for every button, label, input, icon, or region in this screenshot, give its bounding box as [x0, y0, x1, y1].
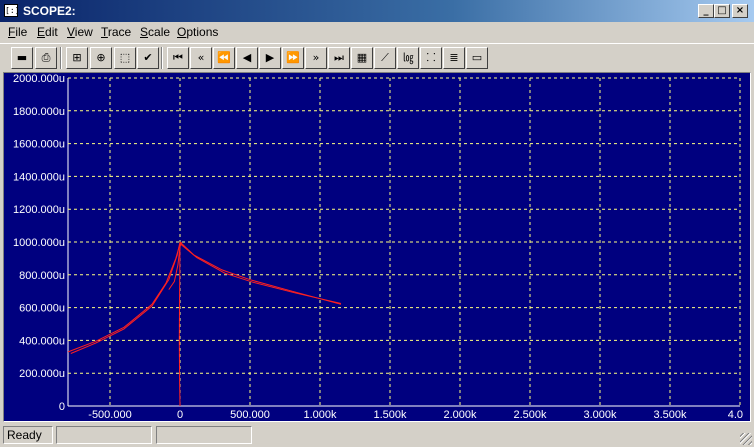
window-icon: ▭ — [471, 51, 483, 64]
play-button[interactable]: ▶ — [259, 47, 281, 69]
x-tick-label: 2.500k — [513, 409, 547, 421]
scope-window: [:] SCOPE2: _ □ × File Edit View Trace S… — [0, 0, 754, 447]
forward-icon: ⏩ — [286, 51, 300, 64]
app-icon[interactable]: [:] — [4, 4, 19, 17]
forward-button[interactable]: ⏩ — [282, 47, 304, 69]
x-tick-label: 500.000 — [230, 409, 270, 421]
fast-forward-icon: » — [312, 51, 320, 64]
toolbar: ▬ ⎙ ⊞ ⊕ ⬚ ✔ ⏮ « ⏪ ◀ ▶ ⏩ » ⏭ ▦ ⟋ ㏒ ⸬ ≣ ▭ — [0, 43, 754, 72]
floppy-disk-icon: ▬ — [16, 51, 28, 64]
x-tick-label: 1.000k — [303, 409, 337, 421]
y-tick-label: 800.000u — [19, 270, 65, 282]
menu-file[interactable]: File — [8, 25, 27, 39]
trace-line — [178, 241, 181, 407]
list-icon: ≣ — [449, 51, 459, 64]
target-icon: ⊕ — [96, 51, 106, 64]
close-button[interactable]: × — [732, 4, 748, 18]
window-button[interactable]: ▭ — [466, 47, 488, 69]
trace-line — [70, 241, 181, 354]
x-tick-label: 4.0 — [728, 409, 743, 421]
maximize-button[interactable]: □ — [714, 4, 730, 18]
window-title: SCOPE2: — [23, 4, 76, 18]
printer-icon: ⎙ — [41, 51, 51, 64]
y-tick-label: 400.000u — [19, 335, 65, 347]
status-bar: Ready — [0, 424, 754, 447]
x-tick-label: 0 — [177, 409, 183, 421]
fast-back-icon: « — [197, 51, 205, 64]
scope-chart[interactable]: 0 200.000u 400.000u 600.000u 800.000u 1000.00… — [4, 73, 750, 421]
chart-scatter-icon: ⸬ — [426, 51, 436, 64]
first-button[interactable]: ⏮ — [167, 47, 189, 69]
skip-last-icon: ⏭ — [334, 51, 344, 64]
status-text: Ready — [3, 426, 53, 444]
dotted-rect-icon: ⬚ — [119, 51, 131, 64]
trace-line — [179, 241, 342, 305]
tree-button[interactable]: ⊞ — [66, 47, 88, 69]
list-button[interactable]: ≣ — [443, 47, 465, 69]
step-back-icon: ◀ — [242, 51, 252, 64]
chart-log-icon: ㏒ — [402, 51, 414, 64]
toolbar-separator — [60, 47, 62, 69]
hierarchy-icon: ⊞ — [72, 51, 82, 64]
x-tick-label: -500.000 — [88, 409, 131, 421]
step-back-button[interactable]: ◀ — [236, 47, 258, 69]
y-tick-label: 600.000u — [19, 303, 65, 315]
target-button[interactable]: ⊕ — [90, 47, 112, 69]
title-bar[interactable]: [:] SCOPE2: _ □ × — [0, 0, 754, 22]
fast-back-button[interactable]: « — [190, 47, 212, 69]
x-tick-label: 3.500k — [653, 409, 687, 421]
grid-button[interactable]: ▦ — [351, 47, 373, 69]
y-tick-label: 1200.000u — [13, 204, 65, 216]
y-tick-label: 1600.000u — [13, 139, 65, 151]
rewind-button[interactable]: ⏪ — [213, 47, 235, 69]
y-tick-label: 1000.000u — [13, 237, 65, 249]
y-tick-label: 1800.000u — [13, 106, 65, 118]
x-tick-label: 2.000k — [443, 409, 477, 421]
status-pane-2 — [56, 426, 152, 444]
menu-bar: File Edit View Trace Scale Options — [0, 22, 754, 42]
chart-linear-button[interactable]: ⟋ — [374, 47, 396, 69]
y-tick-label: 2000.000u — [13, 73, 65, 85]
trace-line — [67, 243, 181, 353]
print-button[interactable]: ⎙ — [35, 47, 57, 69]
toolbar-separator — [161, 47, 163, 69]
y-tick-label: 1400.000u — [13, 171, 65, 183]
menu-view[interactable]: View — [67, 25, 93, 39]
y-tick-label: 0 — [59, 401, 65, 413]
check-icon: ✔ — [143, 51, 153, 64]
chart-scatter-button[interactable]: ⸬ — [420, 47, 442, 69]
menu-scale[interactable]: Scale — [140, 25, 170, 39]
x-tick-label: 1.500k — [373, 409, 407, 421]
play-icon: ▶ — [265, 51, 275, 64]
menu-trace[interactable]: Trace — [101, 25, 131, 39]
grid-icon: ▦ — [356, 51, 368, 64]
minimize-button[interactable]: _ — [698, 4, 714, 18]
menu-edit[interactable]: Edit — [37, 25, 58, 39]
y-tick-label: 200.000u — [19, 368, 65, 380]
chart-icon: ⟋ — [381, 51, 389, 64]
skip-first-icon: ⏮ — [173, 51, 183, 64]
rewind-icon: ⏪ — [217, 51, 231, 64]
last-button[interactable]: ⏭ — [328, 47, 350, 69]
chart-log-button[interactable]: ㏒ — [397, 47, 419, 69]
status-pane-3 — [156, 426, 252, 444]
save-button[interactable]: ▬ — [11, 47, 33, 69]
x-tick-label: 3.000k — [583, 409, 617, 421]
check-button[interactable]: ✔ — [137, 47, 159, 69]
trace-line — [179, 243, 342, 304]
resize-grip[interactable] — [740, 433, 752, 445]
plot-area[interactable]: 0 200.000u 400.000u 600.000u 800.000u 1000.00… — [3, 72, 751, 422]
select-area-button[interactable]: ⬚ — [114, 47, 136, 69]
menu-options[interactable]: Options — [177, 25, 218, 39]
fast-forward-button[interactable]: » — [305, 47, 327, 69]
